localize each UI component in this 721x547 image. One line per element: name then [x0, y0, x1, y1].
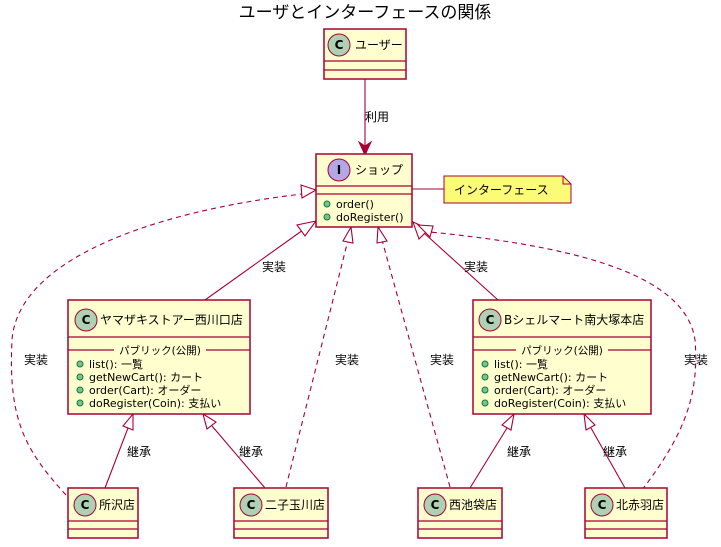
- method: list(): 一覧: [494, 357, 548, 371]
- inheritance-arrowhead: [501, 412, 515, 431]
- edge-label-implements: 実装: [430, 352, 454, 367]
- class-stereotype-letter: C: [486, 313, 495, 327]
- inheritance-arrowhead: [296, 220, 318, 237]
- edge-label-implements: 実装: [464, 259, 488, 274]
- public-method-icon: [76, 373, 84, 381]
- method: list(): 一覧: [89, 357, 143, 371]
- method: doRegister(Coin): 支払い: [494, 396, 626, 410]
- edge-label-implements: 実装: [262, 259, 286, 274]
- method: getNewCart(): カート: [494, 371, 608, 384]
- class-bshell[interactable]: C Bシェルマート南大塚本店 パブリック(公開) list(): 一覧 getN…: [472, 299, 652, 415]
- interface-stereotype-letter: I: [337, 163, 341, 177]
- class-name: ヤマザキストアー西川口店: [100, 313, 243, 327]
- public-method-icon: [76, 360, 84, 368]
- edge-label-inherits: 継承: [603, 444, 627, 459]
- class-stereotype-letter: C: [598, 498, 607, 512]
- class-name: ユーザー: [355, 38, 403, 52]
- section-label: パブリック(公開): [119, 344, 201, 357]
- public-method-icon: [481, 373, 489, 381]
- class-stereotype-letter: C: [81, 498, 90, 512]
- method: order(Cart): オーダー: [89, 383, 201, 397]
- class-futako[interactable]: C 二子玉川店: [233, 487, 329, 539]
- class-stereotype-letter: C: [335, 38, 344, 52]
- class-stereotype-letter: C: [82, 313, 91, 327]
- method: order(Cart): オーダー: [494, 383, 606, 397]
- edge-label-inherits: 継承: [507, 444, 531, 459]
- public-method-icon: [481, 386, 489, 394]
- edge-label-inherits: 継承: [127, 444, 151, 459]
- class-name: 北赤羽店: [616, 498, 664, 512]
- edge-label-implements: 実装: [24, 352, 48, 367]
- public-method-icon: [323, 200, 331, 208]
- edge-label-implements: 実装: [335, 352, 359, 367]
- inheritance-arrowhead: [122, 412, 134, 431]
- diagram-title: ユーザとインターフェースの関係: [239, 3, 492, 23]
- section-label: パブリック(公開): [521, 344, 603, 357]
- edge-yamazaki-implements-shop: [204, 220, 318, 301]
- public-method-icon: [481, 399, 489, 407]
- class-stereotype-letter: C: [247, 498, 256, 512]
- inheritance-arrowhead: [202, 412, 217, 430]
- class-name: 西池袋店: [449, 498, 497, 512]
- public-method-icon: [323, 213, 331, 221]
- note-text: インターフェース: [454, 183, 549, 197]
- inheritance-arrowhead: [300, 184, 318, 199]
- class-yamazaki[interactable]: C ヤマザキストアー西川口店 パブリック(公開) list(): 一覧 getN…: [67, 299, 251, 415]
- note-interface: インターフェース: [412, 175, 572, 204]
- interface-shop[interactable]: I ショップ order() doRegister(): [315, 153, 413, 228]
- interface-name: ショップ: [355, 163, 403, 177]
- inheritance-arrowhead: [583, 412, 596, 431]
- inheritance-arrowhead: [376, 225, 388, 244]
- class-nishiikebukuro[interactable]: C 西池袋店: [417, 487, 503, 539]
- method: doRegister(): [336, 211, 404, 224]
- inheritance-arrowhead: [342, 225, 354, 244]
- method: getNewCart(): カート: [89, 371, 203, 384]
- public-method-icon: [76, 399, 84, 407]
- edge-label-uses: 利用: [365, 110, 389, 124]
- class-diagram: ユーザとインターフェースの関係 利用 実装 実装 実装 実装 実装 実装 継承 …: [10, 3, 708, 539]
- method: doRegister(Coin): 支払い: [89, 396, 221, 410]
- public-method-icon: [76, 386, 84, 394]
- class-tokorozawa[interactable]: C 所沢店: [67, 487, 139, 539]
- edge-label-implements: 実装: [684, 352, 708, 367]
- method: order(): [336, 198, 374, 211]
- public-method-icon: [481, 360, 489, 368]
- class-name: 二子玉川店: [265, 498, 325, 512]
- edge-label-inherits: 継承: [239, 444, 263, 459]
- class-user[interactable]: C ユーザー: [323, 28, 407, 80]
- class-name: Bシェルマート南大塚本店: [504, 312, 644, 327]
- class-stereotype-letter: C: [431, 498, 440, 512]
- class-name: 所沢店: [99, 498, 135, 512]
- class-kitaakabane[interactable]: C 北赤羽店: [584, 487, 668, 539]
